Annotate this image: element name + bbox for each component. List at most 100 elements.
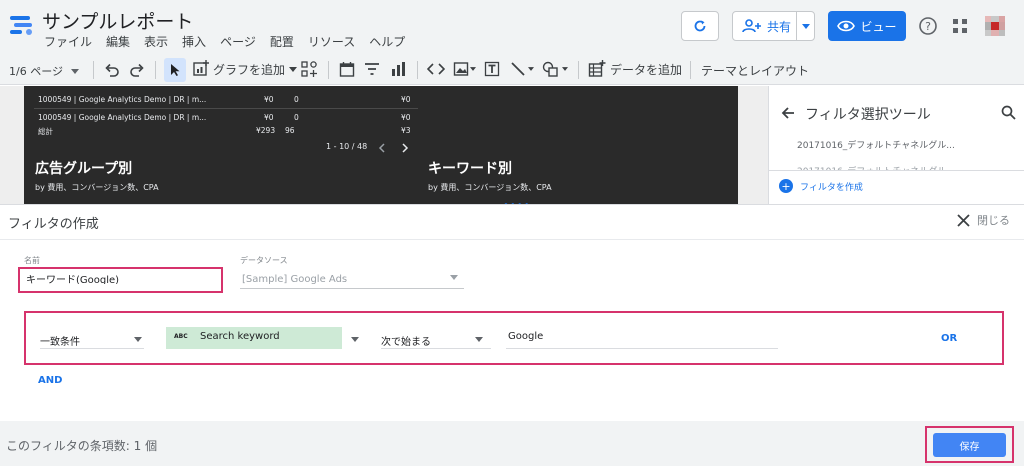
clause-count: このフィルタの条項数: 1 個 bbox=[6, 439, 158, 453]
chevron-down-icon bbox=[528, 67, 534, 71]
data-control-icon[interactable] bbox=[390, 61, 406, 77]
select-tool[interactable] bbox=[164, 58, 186, 82]
share-button[interactable]: 共有 bbox=[732, 11, 815, 41]
image-icon bbox=[453, 62, 469, 76]
add-chart-button[interactable]: グラフを追加 bbox=[192, 60, 298, 78]
datasource-value: [Sample] Google Ads bbox=[242, 274, 348, 285]
include-select[interactable]: 一致条件 bbox=[40, 329, 144, 349]
add-data-button[interactable]: データを追加 bbox=[588, 60, 682, 78]
text-icon[interactable] bbox=[484, 61, 500, 77]
select-icon bbox=[171, 64, 180, 76]
menu-insert[interactable]: 挿入 bbox=[182, 33, 206, 50]
name-input[interactable] bbox=[26, 273, 216, 284]
menu-bar: ファイル 編集 表示 挿入 ページ 配置 リソース ヘルプ bbox=[44, 33, 419, 50]
and-button[interactable]: AND bbox=[38, 375, 62, 386]
toolbar-divider bbox=[93, 61, 94, 79]
or-button[interactable]: OR bbox=[941, 333, 957, 344]
menu-arrange[interactable]: 配置 bbox=[270, 33, 294, 50]
chevron-right-icon[interactable] bbox=[401, 143, 409, 153]
chevron-down-icon bbox=[562, 67, 568, 71]
menu-edit[interactable]: 編集 bbox=[106, 33, 130, 50]
operator-select[interactable]: 次で始まる bbox=[381, 329, 491, 349]
line-button[interactable] bbox=[510, 61, 534, 77]
toolbar-divider bbox=[578, 61, 579, 79]
menu-page[interactable]: ページ bbox=[220, 33, 256, 50]
date-range-icon[interactable] bbox=[339, 61, 355, 77]
page-selector[interactable]: 1/6 ページ bbox=[9, 63, 79, 79]
table-pagination: 1 - 10 / 48 bbox=[326, 142, 368, 151]
image-button[interactable] bbox=[453, 61, 476, 77]
refresh-button[interactable] bbox=[681, 11, 719, 41]
add-chart-label: グラフを追加 bbox=[213, 62, 286, 77]
chevron-down-icon[interactable] bbox=[351, 337, 359, 342]
menu-view[interactable]: 表示 bbox=[144, 33, 168, 50]
undo-icon[interactable] bbox=[104, 62, 120, 78]
close-icon bbox=[957, 213, 970, 227]
table-row-name: 1000549 | Google Analytics Demo | DR | m… bbox=[38, 113, 207, 122]
table-total-cell: ¥293 bbox=[256, 126, 276, 135]
redo-icon[interactable] bbox=[129, 62, 145, 78]
table-cell: ¥0 bbox=[264, 95, 274, 104]
menu-resource[interactable]: リソース bbox=[308, 33, 355, 50]
section-subtitle: by 費用、コンバージョン数、CPA bbox=[428, 183, 552, 192]
embed-icon[interactable] bbox=[427, 62, 445, 76]
chevron-down-icon bbox=[475, 337, 483, 342]
section-subtitle: by 費用、コンバージョン数、CPA bbox=[35, 183, 159, 192]
datasource-select[interactable]: [Sample] Google Ads bbox=[240, 271, 464, 289]
filter-control-icon[interactable] bbox=[364, 61, 380, 77]
value-input[interactable] bbox=[508, 331, 768, 342]
theme-layout-label: テーマとレイアウト bbox=[701, 64, 810, 78]
table-row-name: 1000549 | Google Analytics Demo | DR | m… bbox=[38, 95, 207, 104]
include-value: 一致条件 bbox=[40, 337, 80, 348]
community-viz-icon[interactable] bbox=[300, 60, 318, 78]
dialog-divider bbox=[0, 239, 1024, 240]
create-filter-label: フィルタを作成 bbox=[800, 182, 863, 193]
page-indicator: 1/6 ページ bbox=[9, 65, 63, 78]
chevron-left-icon[interactable] bbox=[378, 143, 386, 153]
name-field-label: 名前 bbox=[24, 256, 40, 265]
view-button[interactable]: ビュー bbox=[828, 11, 906, 41]
apps-icon[interactable] bbox=[950, 16, 970, 36]
value-field bbox=[506, 327, 778, 349]
table-cell: ¥0 bbox=[401, 95, 411, 104]
report-page[interactable]: 1000549 | Google Analytics Demo | DR | m… bbox=[24, 86, 738, 204]
close-label: 閉じる bbox=[977, 214, 1010, 227]
create-filter-button[interactable]: + フィルタを作成 bbox=[779, 179, 863, 193]
share-label: 共有 bbox=[767, 19, 792, 34]
condition-row: 一致条件 ABC Search keyword 次で始まる OR bbox=[24, 311, 1004, 365]
app-header: サンプルレポート ファイル 編集 表示 挿入 ページ 配置 リソース ヘルプ 共… bbox=[0, 0, 1024, 55]
menu-help[interactable]: ヘルプ bbox=[369, 33, 405, 50]
chevron-down-icon bbox=[470, 67, 476, 71]
chevron-down-icon bbox=[70, 68, 79, 74]
table-cell: ¥0 bbox=[264, 113, 274, 122]
section-title: キーワード別 bbox=[428, 161, 512, 177]
save-button[interactable]: 保存 bbox=[933, 433, 1006, 457]
line-icon bbox=[511, 62, 525, 76]
chevron-down-icon bbox=[289, 66, 298, 72]
avatar[interactable] bbox=[982, 13, 1008, 39]
chevron-down-icon bbox=[450, 275, 458, 280]
search-icon[interactable] bbox=[1001, 105, 1016, 120]
toolbar-divider bbox=[155, 61, 156, 79]
save-button-highlight: 保存 bbox=[925, 426, 1014, 463]
help-icon[interactable]: ? bbox=[918, 16, 938, 36]
share-menu-button[interactable] bbox=[796, 12, 814, 40]
theme-layout-button[interactable]: テーマとレイアウト bbox=[701, 62, 809, 79]
back-arrow-icon[interactable] bbox=[780, 105, 796, 121]
operator-value: 次で始まる bbox=[381, 337, 431, 348]
add-chart-icon bbox=[193, 60, 209, 76]
report-title[interactable]: サンプルレポート bbox=[42, 7, 193, 34]
logo-icon[interactable] bbox=[8, 11, 36, 39]
close-button[interactable]: 閉じる bbox=[957, 212, 1010, 228]
menu-file[interactable]: ファイル bbox=[44, 33, 92, 50]
view-label: ビュー bbox=[860, 19, 897, 34]
add-person-icon bbox=[742, 19, 761, 33]
section-title: 広告グループ別 bbox=[35, 161, 133, 177]
table-total-label: 総計 bbox=[38, 127, 53, 136]
shape-button[interactable] bbox=[542, 61, 568, 77]
dialog-title: フィルタの作成 bbox=[8, 217, 99, 232]
shape-icon bbox=[542, 61, 558, 77]
dimension-chip[interactable]: ABC Search keyword bbox=[166, 327, 342, 349]
table-cell: ¥0 bbox=[401, 113, 411, 122]
filter-list-item[interactable]: 20171016_デフォルトチャネルグル... bbox=[797, 138, 955, 151]
